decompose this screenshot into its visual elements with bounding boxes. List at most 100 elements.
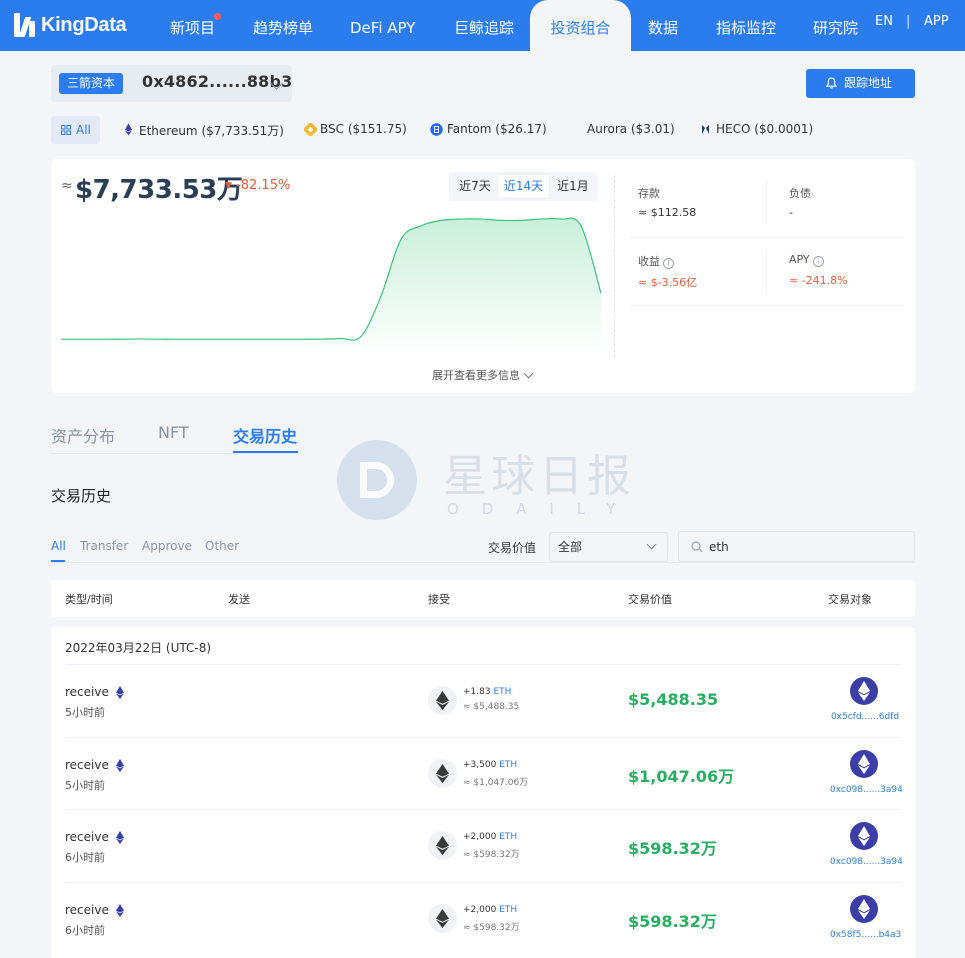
counterparty-address-link[interactable]: 0x5cfd......6dfd — [830, 712, 900, 722]
tx-type: receive — [65, 757, 109, 772]
table-row[interactable]: receive 6小时前 +2,000 ETH ≈ $598.32万 $598.… — [65, 881, 901, 954]
nav-item-indicator-monitor[interactable]: 指标监控 — [716, 0, 776, 51]
tabs-baseline — [51, 453, 300, 454]
search-input[interactable] — [709, 537, 899, 557]
receive-amount-usd: ≈ $598.32万 — [463, 922, 520, 933]
ethereum-icon — [116, 831, 124, 844]
filter-divider — [51, 562, 915, 563]
col-receive: 接受 — [428, 593, 450, 606]
chain-filter-ethereum[interactable]: Ethereum ($7,733.51万) — [139, 122, 284, 139]
chain-filter-aurora[interactable]: Aurora ($3.01) — [587, 122, 675, 136]
nav-item-data[interactable]: 数据 — [648, 0, 678, 51]
col-counterparty: 交易对象 — [828, 593, 872, 606]
track-address-button[interactable]: 跟踪地址 — [806, 69, 915, 98]
counterparty-address-link[interactable]: 0x58f5......b4a3 — [830, 930, 901, 940]
tab-transaction-history[interactable]: 交易历史 — [233, 423, 297, 447]
counterparty-address-link[interactable]: 0xc098......3a94 — [830, 857, 903, 867]
chain-filter-fantom[interactable]: Fantom ($26.17) — [447, 122, 547, 136]
nav-item-new-projects[interactable]: 新项目 — [170, 0, 222, 51]
counterparty-ethereum-icon[interactable] — [850, 749, 878, 778]
bell-icon — [826, 77, 837, 89]
stat-divider — [766, 250, 767, 292]
deposit-label: 存款 — [638, 187, 660, 200]
debt-label: 负债 — [789, 187, 811, 200]
counterparty-ethereum-icon[interactable] — [850, 822, 878, 850]
apy-value: ≈ -241.8% — [789, 274, 848, 287]
receive-amount-usd: ≈ $5,488.35 — [463, 702, 520, 712]
filter-transfer[interactable]: Transfer — [80, 539, 128, 553]
chart-divider — [614, 175, 615, 357]
table-row[interactable]: receive 5小时前 +3,500 ETH ≈ $1,047.06万 $1,… — [65, 736, 903, 809]
eth-coin-icon — [428, 903, 457, 933]
apy-label: APY i — [789, 253, 824, 267]
tab-asset-distribution[interactable]: 资产分布 — [51, 423, 115, 447]
nav-label: 新项目 — [170, 19, 216, 37]
fantom-icon — [430, 123, 443, 136]
tx-type: receive — [65, 830, 109, 844]
tx-value: $598.32万 — [628, 911, 717, 931]
receive-amount: +2,000 ETH — [463, 832, 518, 842]
deposit-value: ≈ $112.58 — [638, 206, 697, 219]
chain-filter-all[interactable]: All — [51, 116, 100, 144]
chain-filter-heco[interactable]: HECO ($0.0001) — [716, 122, 813, 136]
nav-separator: | — [906, 14, 911, 29]
chart-area-fill — [61, 218, 601, 355]
counterparty-address-link[interactable]: 0xc098......3a94 — [830, 785, 903, 795]
history-title: 交易历史 — [51, 487, 112, 505]
tx-value: $5,488.35 — [628, 690, 719, 709]
ethereum-icon — [116, 903, 124, 917]
nav-item-defi-apy[interactable]: DeFi APY — [350, 0, 415, 51]
receive-amount-usd: ≈ $598.32万 — [463, 850, 520, 860]
app-link[interactable]: APP — [924, 14, 949, 29]
filter-approve[interactable]: Approve — [142, 539, 192, 553]
table-row[interactable]: receive 5小时前 +1.83 ETH ≈ $5,488.35 $5,48… — [65, 664, 901, 736]
nav-item-research[interactable]: 研究院 — [813, 0, 858, 51]
logo-text: KingData — [41, 13, 127, 36]
tab-nft[interactable]: NFT — [158, 423, 189, 442]
eth-coin-icon — [428, 831, 457, 860]
triangle-down-icon: ▼ — [225, 181, 232, 191]
bsc-icon — [304, 123, 317, 136]
chain-filter-bsc[interactable]: BSC ($151.75) — [320, 122, 407, 136]
income-value: ≈ $-3.56亿 — [638, 276, 698, 289]
range-tab-7d[interactable]: 近7天 — [453, 175, 497, 198]
expand-more-info[interactable]: 展开查看更多信息 — [432, 367, 520, 383]
address-tag: 三箭资本 — [59, 73, 124, 94]
filter-all[interactable]: All — [51, 539, 66, 553]
logo[interactable]: KingData — [13, 9, 127, 41]
table-row[interactable]: receive 6小时前 +2,000 ETH ≈ $598.32万 $598.… — [65, 809, 903, 881]
top-nav: KingData 新项目 趋势榜单 DeFi APY 巨鲸追踪 投资组合 数据 … — [0, 0, 965, 51]
tx-value: $598.32万 — [628, 839, 717, 858]
total-value: $7,733.53万 — [75, 175, 243, 205]
date-group-label: 2022年03月22日 (UTC-8) — [65, 641, 212, 655]
range-tab-1m[interactable]: 近1月 — [551, 175, 595, 198]
table-header: 类型/时间 发送 接受 交易价值 交易对象 — [51, 580, 915, 617]
filter-other[interactable]: Other — [205, 539, 239, 553]
info-icon[interactable]: i — [812, 256, 824, 267]
receive-amount: +3,500 ETH — [463, 759, 518, 770]
tx-value: $1,047.06万 — [628, 766, 735, 786]
tx-time: 5小时前 — [65, 778, 105, 792]
nav-item-portfolio[interactable]: 投资组合 — [530, 0, 631, 51]
nav-item-trends[interactable]: 趋势榜单 — [253, 0, 313, 51]
address-selector[interactable]: 三箭资本 0x4862......88b3 — [51, 65, 292, 102]
heco-icon — [702, 125, 709, 134]
nav-item-whale-tracking[interactable]: 巨鲸追踪 — [454, 0, 514, 51]
range-tab-14d[interactable]: 近14天 — [498, 175, 549, 198]
debt-value: - — [789, 206, 793, 219]
tx-type: receive — [65, 902, 109, 917]
stat-divider — [630, 237, 904, 238]
col-send: 发送 — [228, 593, 250, 606]
counterparty-ethereum-icon[interactable] — [850, 677, 878, 705]
kingdata-logo-icon — [13, 11, 37, 39]
income-label: 收益 i — [638, 253, 674, 269]
value-filter-label: 交易价值 — [488, 541, 537, 555]
ethereum-icon — [125, 123, 132, 136]
stat-divider — [630, 305, 904, 306]
lang-switch[interactable]: EN — [875, 14, 893, 29]
watermark-subtext: ODAILY — [447, 500, 639, 518]
counterparty-ethereum-icon[interactable] — [850, 894, 878, 923]
tx-time: 6小时前 — [65, 851, 105, 864]
apy-label-text: APY — [789, 253, 810, 266]
info-icon[interactable]: i — [663, 258, 674, 269]
